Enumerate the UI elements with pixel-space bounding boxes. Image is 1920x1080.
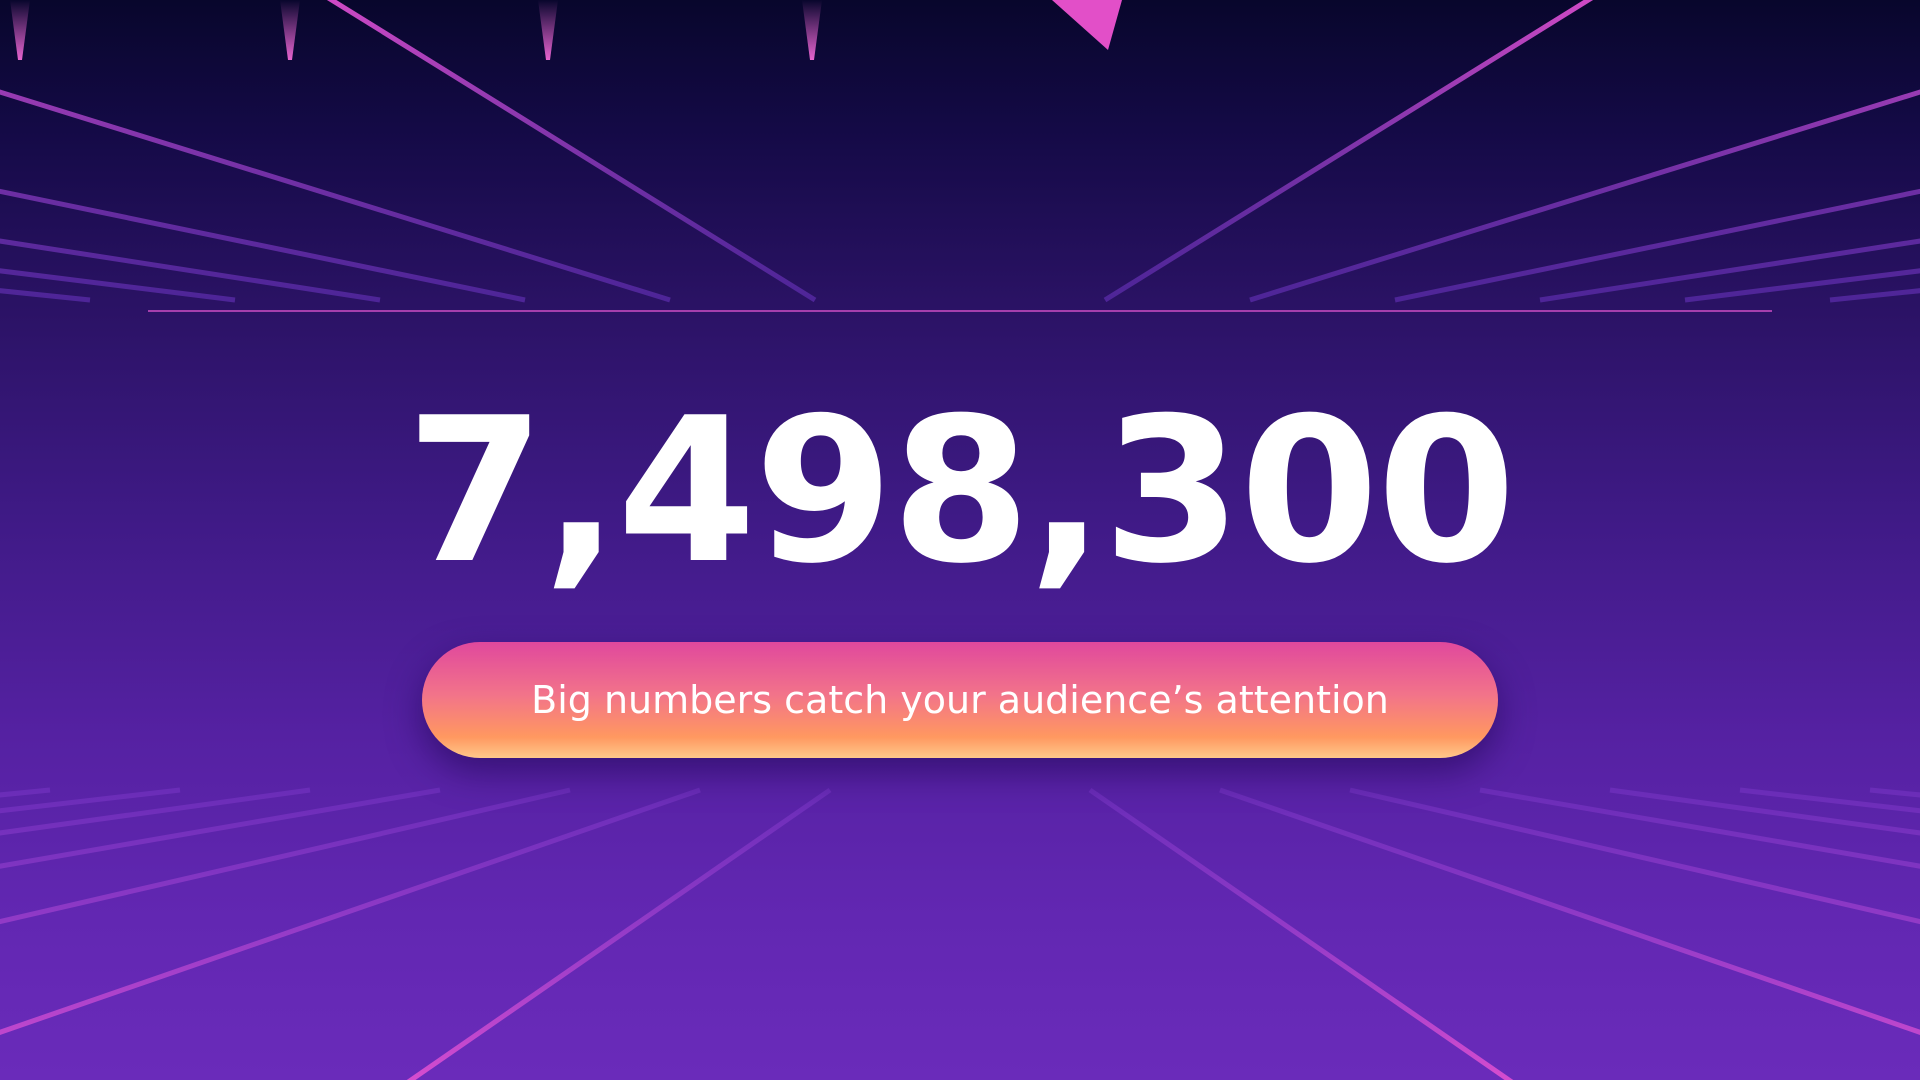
ceiling-grid-column: [326, 0, 817, 303]
big-number-value: 7,498,300: [405, 375, 1516, 608]
slide: 7,498,300 Big numbers catch your audienc…: [0, 0, 1920, 1080]
caption-text: Big numbers catch your audience’s attent…: [531, 678, 1389, 722]
ceiling-grid-column: [1684, 268, 1920, 303]
floor-grid: [0, 787, 1920, 1080]
ceiling-triangle: [1052, 0, 1122, 50]
ceiling-grid-column: [0, 268, 236, 303]
ceiling-grid-column: [1103, 0, 1594, 303]
caption-pill: Big numbers catch your audience’s attent…: [422, 642, 1498, 758]
